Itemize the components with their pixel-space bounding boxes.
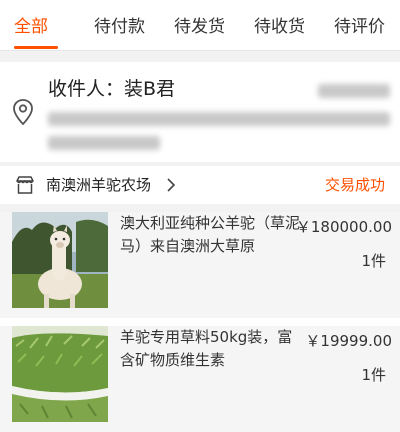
tab-pending-receipt[interactable]: 待收货 [254, 12, 305, 37]
tab-pending-review[interactable]: 待评价 [334, 12, 385, 37]
blurred-address-line-2 [48, 136, 160, 150]
order-status-tabs: 全部 待付款 待发货 待收货 待评价 [0, 0, 400, 51]
store-icon [16, 176, 34, 194]
product-title[interactable]: 澳大利亚纯种公羊驼（草泥马）来自澳洲大草原 [120, 212, 300, 258]
shipping-address-card[interactable]: 收件人：装B君 [0, 62, 400, 162]
product-price: ￥19999.00 [305, 332, 392, 350]
order-status: 交易成功 [324, 176, 385, 194]
order-item[interactable]: 澳大利亚纯种公羊驼（草泥马）来自澳洲大草原 ￥180000.00 1件 [0, 212, 400, 318]
tab-pending-payment[interactable]: 待付款 [94, 12, 145, 37]
location-pin-icon [13, 99, 33, 126]
hay-bale-photo [12, 326, 108, 422]
product-quantity: 1件 [361, 252, 386, 270]
blurred-address-line-1 [48, 112, 390, 126]
shop-name[interactable]: 南澳洲羊驼农场 [46, 174, 151, 195]
blurred-phone [318, 84, 390, 98]
shop-header: 南澳洲羊驼农场 交易成功 [0, 166, 400, 204]
product-title[interactable]: 羊驼专用草料50kg装，富含矿物质维生素 [120, 326, 300, 372]
alpaca-photo [12, 212, 108, 308]
tab-all[interactable]: 全部 [14, 12, 48, 37]
product-quantity: 1件 [361, 366, 386, 384]
order-item[interactable]: 羊驼专用草料50kg装，富含矿物质维生素 ￥19999.00 1件 [0, 326, 400, 432]
tab-pending-shipment[interactable]: 待发货 [174, 12, 225, 37]
product-price: ￥180000.00 [295, 218, 392, 236]
recipient-name: 收件人：装B君 [48, 78, 176, 100]
item-divider [0, 318, 400, 326]
active-tab-indicator [14, 46, 58, 49]
chevron-right-icon[interactable] [166, 178, 176, 192]
